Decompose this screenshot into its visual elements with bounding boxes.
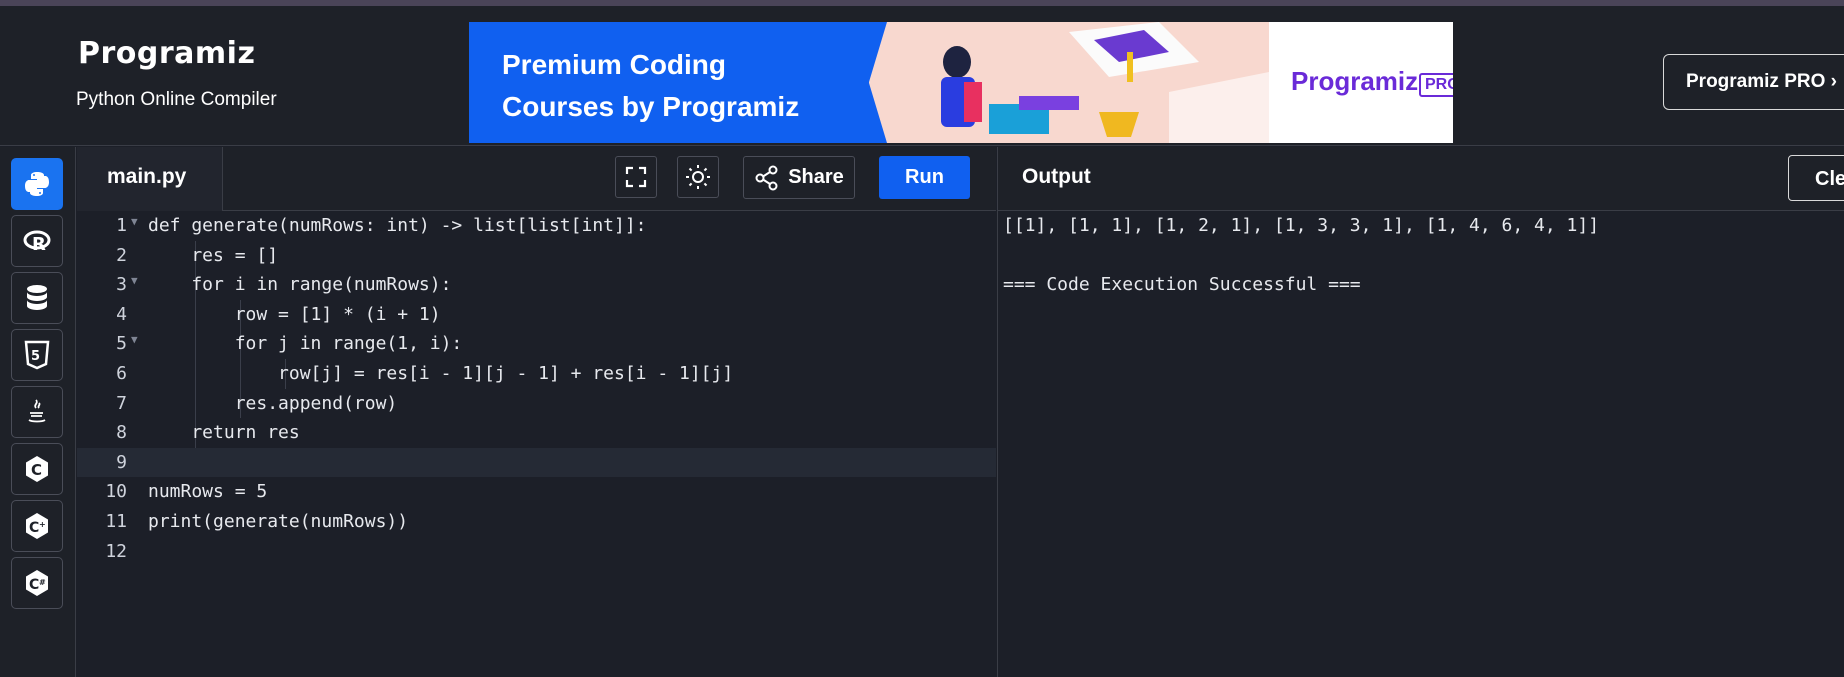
html5-icon: 5 bbox=[24, 340, 50, 370]
code-text: for j in range(1, i): bbox=[148, 333, 463, 355]
svg-text:5: 5 bbox=[31, 349, 40, 364]
sun-icon bbox=[686, 165, 710, 189]
r-icon: R bbox=[23, 230, 51, 255]
code-line: 6 row[j] = res[i - 1][j - 1] + res[i - 1… bbox=[77, 359, 996, 389]
code-text: res.append(row) bbox=[148, 392, 398, 414]
c-icon: C bbox=[26, 456, 48, 482]
theme-toggle-button[interactable] bbox=[677, 156, 719, 198]
code-line: 7 res.append(row) bbox=[77, 389, 996, 419]
code-line-current: 9 bbox=[77, 447, 996, 478]
share-button[interactable]: Share bbox=[743, 156, 855, 199]
svg-text:#: # bbox=[39, 578, 46, 587]
code-line: 3 ▼ for i in range(numRows): bbox=[77, 270, 996, 300]
code-line: 8 return res bbox=[77, 418, 996, 448]
editor-toolbar: main.py Share Run bbox=[77, 147, 996, 211]
code-line: 5 ▼ for j in range(1, i): bbox=[77, 329, 996, 359]
ad-left-panel: Premium Coding Courses by Programiz bbox=[469, 22, 869, 143]
ad-illustration-art bbox=[869, 22, 1269, 143]
java-icon bbox=[28, 399, 46, 423]
code-text: def generate(numRows: int) -> list[list[… bbox=[148, 215, 647, 236]
svg-text:C: C bbox=[31, 461, 42, 479]
clear-button[interactable]: Clear bbox=[1788, 155, 1844, 201]
sidebar-item-java[interactable] bbox=[11, 386, 63, 438]
code-line: 12 bbox=[77, 537, 996, 567]
line-number: 6 bbox=[116, 363, 127, 384]
fold-arrow-icon[interactable]: ▼ bbox=[131, 274, 138, 287]
line-number: 2 bbox=[116, 244, 127, 266]
sidebar-item-sql[interactable] bbox=[11, 272, 63, 324]
line-number: 5 bbox=[116, 333, 127, 355]
code-editor[interactable]: 1 ▼ def generate(numRows: int) -> list[l… bbox=[77, 211, 996, 677]
svg-text:+: + bbox=[39, 520, 46, 529]
line-number: 8 bbox=[116, 422, 127, 444]
ad-illustration bbox=[869, 22, 1269, 143]
svg-text:R: R bbox=[32, 234, 46, 255]
database-icon bbox=[27, 285, 47, 310]
fullscreen-icon bbox=[625, 166, 647, 188]
ad-pro-badge: PRO bbox=[1419, 73, 1453, 97]
fullscreen-button[interactable] bbox=[615, 156, 657, 198]
ad-banner[interactable]: Premium Coding Courses by Programiz Prog… bbox=[469, 22, 1453, 143]
output-line: [[1], [1, 1], [1, 2, 1], [1, 3, 3, 1], [… bbox=[1003, 215, 1600, 236]
sidebar-item-c[interactable]: C bbox=[11, 443, 63, 495]
python-icon bbox=[25, 172, 49, 196]
ad-brand-panel: Programiz PRO bbox=[1269, 22, 1453, 143]
tab-main-py[interactable]: main.py bbox=[77, 147, 223, 211]
header: Programiz Python Online Compiler Premium… bbox=[0, 6, 1844, 146]
svg-text:C: C bbox=[29, 577, 39, 593]
code-line: 2 res = [] bbox=[77, 241, 996, 271]
line-number: 3 bbox=[116, 274, 127, 296]
language-sidebar: R 5 C C + C # bbox=[0, 147, 76, 677]
code-line: 4 row = [1] * (i + 1) bbox=[77, 300, 996, 330]
code-line: 10 numRows = 5 bbox=[77, 477, 996, 507]
sidebar-item-python[interactable] bbox=[11, 158, 63, 210]
csharp-icon: C # bbox=[26, 570, 48, 596]
code-line: 11 print(generate(numRows)) bbox=[77, 507, 996, 537]
line-number: 12 bbox=[105, 540, 127, 562]
code-text: res = [] bbox=[148, 244, 279, 266]
line-number: 1 bbox=[116, 215, 127, 236]
sidebar-item-cpp[interactable]: C + bbox=[11, 500, 63, 552]
code-text: print(generate(numRows)) bbox=[148, 511, 409, 532]
cpp-icon: C + bbox=[26, 513, 48, 539]
line-number: 10 bbox=[105, 481, 127, 503]
run-button[interactable]: Run bbox=[879, 156, 970, 199]
code-text: return res bbox=[148, 422, 300, 444]
svg-text:C: C bbox=[29, 520, 39, 536]
code-text: numRows = 5 bbox=[148, 481, 268, 503]
share-label: Share bbox=[788, 166, 844, 188]
sidebar-item-html[interactable]: 5 bbox=[11, 329, 63, 381]
code-text: row[j] = res[i - 1][j - 1] + res[i - 1][… bbox=[148, 363, 734, 384]
ad-title: Premium Coding Courses by Programiz bbox=[502, 49, 800, 122]
share-icon bbox=[755, 165, 778, 190]
line-number: 7 bbox=[116, 392, 127, 414]
line-number: 4 bbox=[116, 303, 127, 325]
code-text: row = [1] * (i + 1) bbox=[148, 303, 441, 325]
output-line: === Code Execution Successful === bbox=[1003, 274, 1361, 295]
fold-arrow-icon[interactable]: ▼ bbox=[131, 333, 138, 346]
line-number: 9 bbox=[116, 451, 127, 473]
programiz-logo[interactable]: Programiz bbox=[78, 36, 255, 71]
page-subtitle: Python Online Compiler bbox=[76, 89, 277, 110]
sidebar-item-r[interactable]: R bbox=[11, 215, 63, 267]
sidebar-item-csharp[interactable]: C # bbox=[11, 557, 63, 609]
code-line: 1 ▼ def generate(numRows: int) -> list[l… bbox=[77, 211, 996, 241]
output-title: Output bbox=[1022, 165, 1091, 188]
programiz-pro-button[interactable]: Programiz PRO › bbox=[1663, 54, 1844, 110]
ad-brand-logo: Programiz bbox=[1291, 66, 1419, 96]
code-text: for i in range(numRows): bbox=[148, 274, 452, 296]
line-number: 11 bbox=[105, 511, 127, 532]
fold-arrow-icon[interactable]: ▼ bbox=[131, 215, 138, 228]
output-panel: [[1], [1, 1], [1, 2, 1], [1, 3, 3, 1], [… bbox=[997, 211, 1844, 677]
output-toolbar: Output Clear bbox=[997, 147, 1844, 211]
